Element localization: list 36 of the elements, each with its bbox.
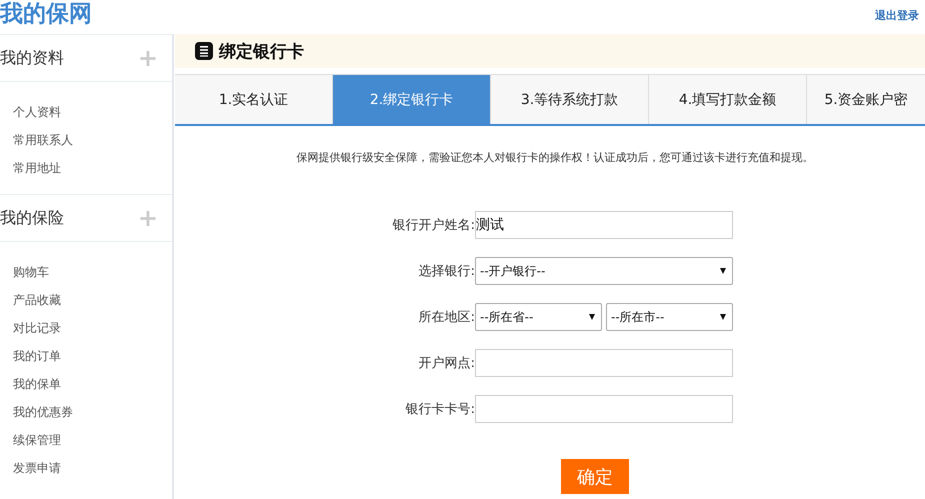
caret-icon	[589, 314, 595, 320]
field-label: 开户网点:	[418, 355, 475, 372]
sidebar-item[interactable]: 购物车	[13, 258, 172, 286]
step-tab[interactable]: 3.等待系统打款	[491, 75, 649, 124]
step-tab[interactable]: 5.资金账户密	[807, 75, 925, 124]
dropdown[interactable]: --所在省--	[475, 303, 602, 331]
dropdown[interactable]: --开户银行--	[475, 257, 733, 285]
sidebar-item[interactable]: 我的保单	[13, 370, 172, 398]
logout-link[interactable]: 退出登录	[875, 8, 919, 23]
field-label: 银行卡卡号:	[404, 401, 475, 418]
field-label: 所在地区:	[418, 309, 475, 326]
page-title: 绑定银行卡	[219, 40, 304, 62]
sidebar-section-title[interactable]: 我的资料	[0, 48, 64, 68]
sidebar-item[interactable]: 产品收藏	[13, 286, 172, 314]
step-tab[interactable]: 4.填写打款金额	[649, 75, 807, 124]
caret-icon	[720, 268, 726, 274]
caret-icon	[720, 314, 726, 320]
sidebar-item[interactable]: 个人资料	[13, 98, 172, 126]
sidebar-item[interactable]: 我的订单	[13, 342, 172, 370]
sidebar-item[interactable]: 发票申请	[13, 454, 172, 482]
notice-text: 保网提供银行级安全保障，需验证您本人对银行卡的操作权！认证成功后，您可通过该卡进行充值和提现。	[296, 150, 814, 165]
sidebar-item[interactable]: 对比记录	[13, 314, 172, 342]
input-field[interactable]	[475, 395, 733, 423]
input-field[interactable]	[475, 349, 733, 377]
dropdown[interactable]: --所在市--	[606, 303, 733, 331]
step-tab[interactable]: 2.绑定银行卡	[333, 75, 491, 124]
field-label: 选择银行:	[418, 263, 475, 280]
sidebar-item[interactable]: 常用联系人	[13, 126, 172, 154]
document-icon	[195, 42, 213, 60]
field-label: 银行开户姓名:	[392, 217, 475, 234]
step-tab[interactable]: 1.实名认证	[175, 75, 333, 124]
sidebar-item[interactable]: 续保管理	[13, 426, 172, 454]
sidebar-item[interactable]: 我的优惠券	[13, 398, 172, 426]
input-field[interactable]: 测试	[475, 211, 733, 239]
sidebar-item[interactable]: 常用地址	[13, 154, 172, 182]
sidebar-section-title[interactable]: 我的保险	[0, 208, 64, 228]
